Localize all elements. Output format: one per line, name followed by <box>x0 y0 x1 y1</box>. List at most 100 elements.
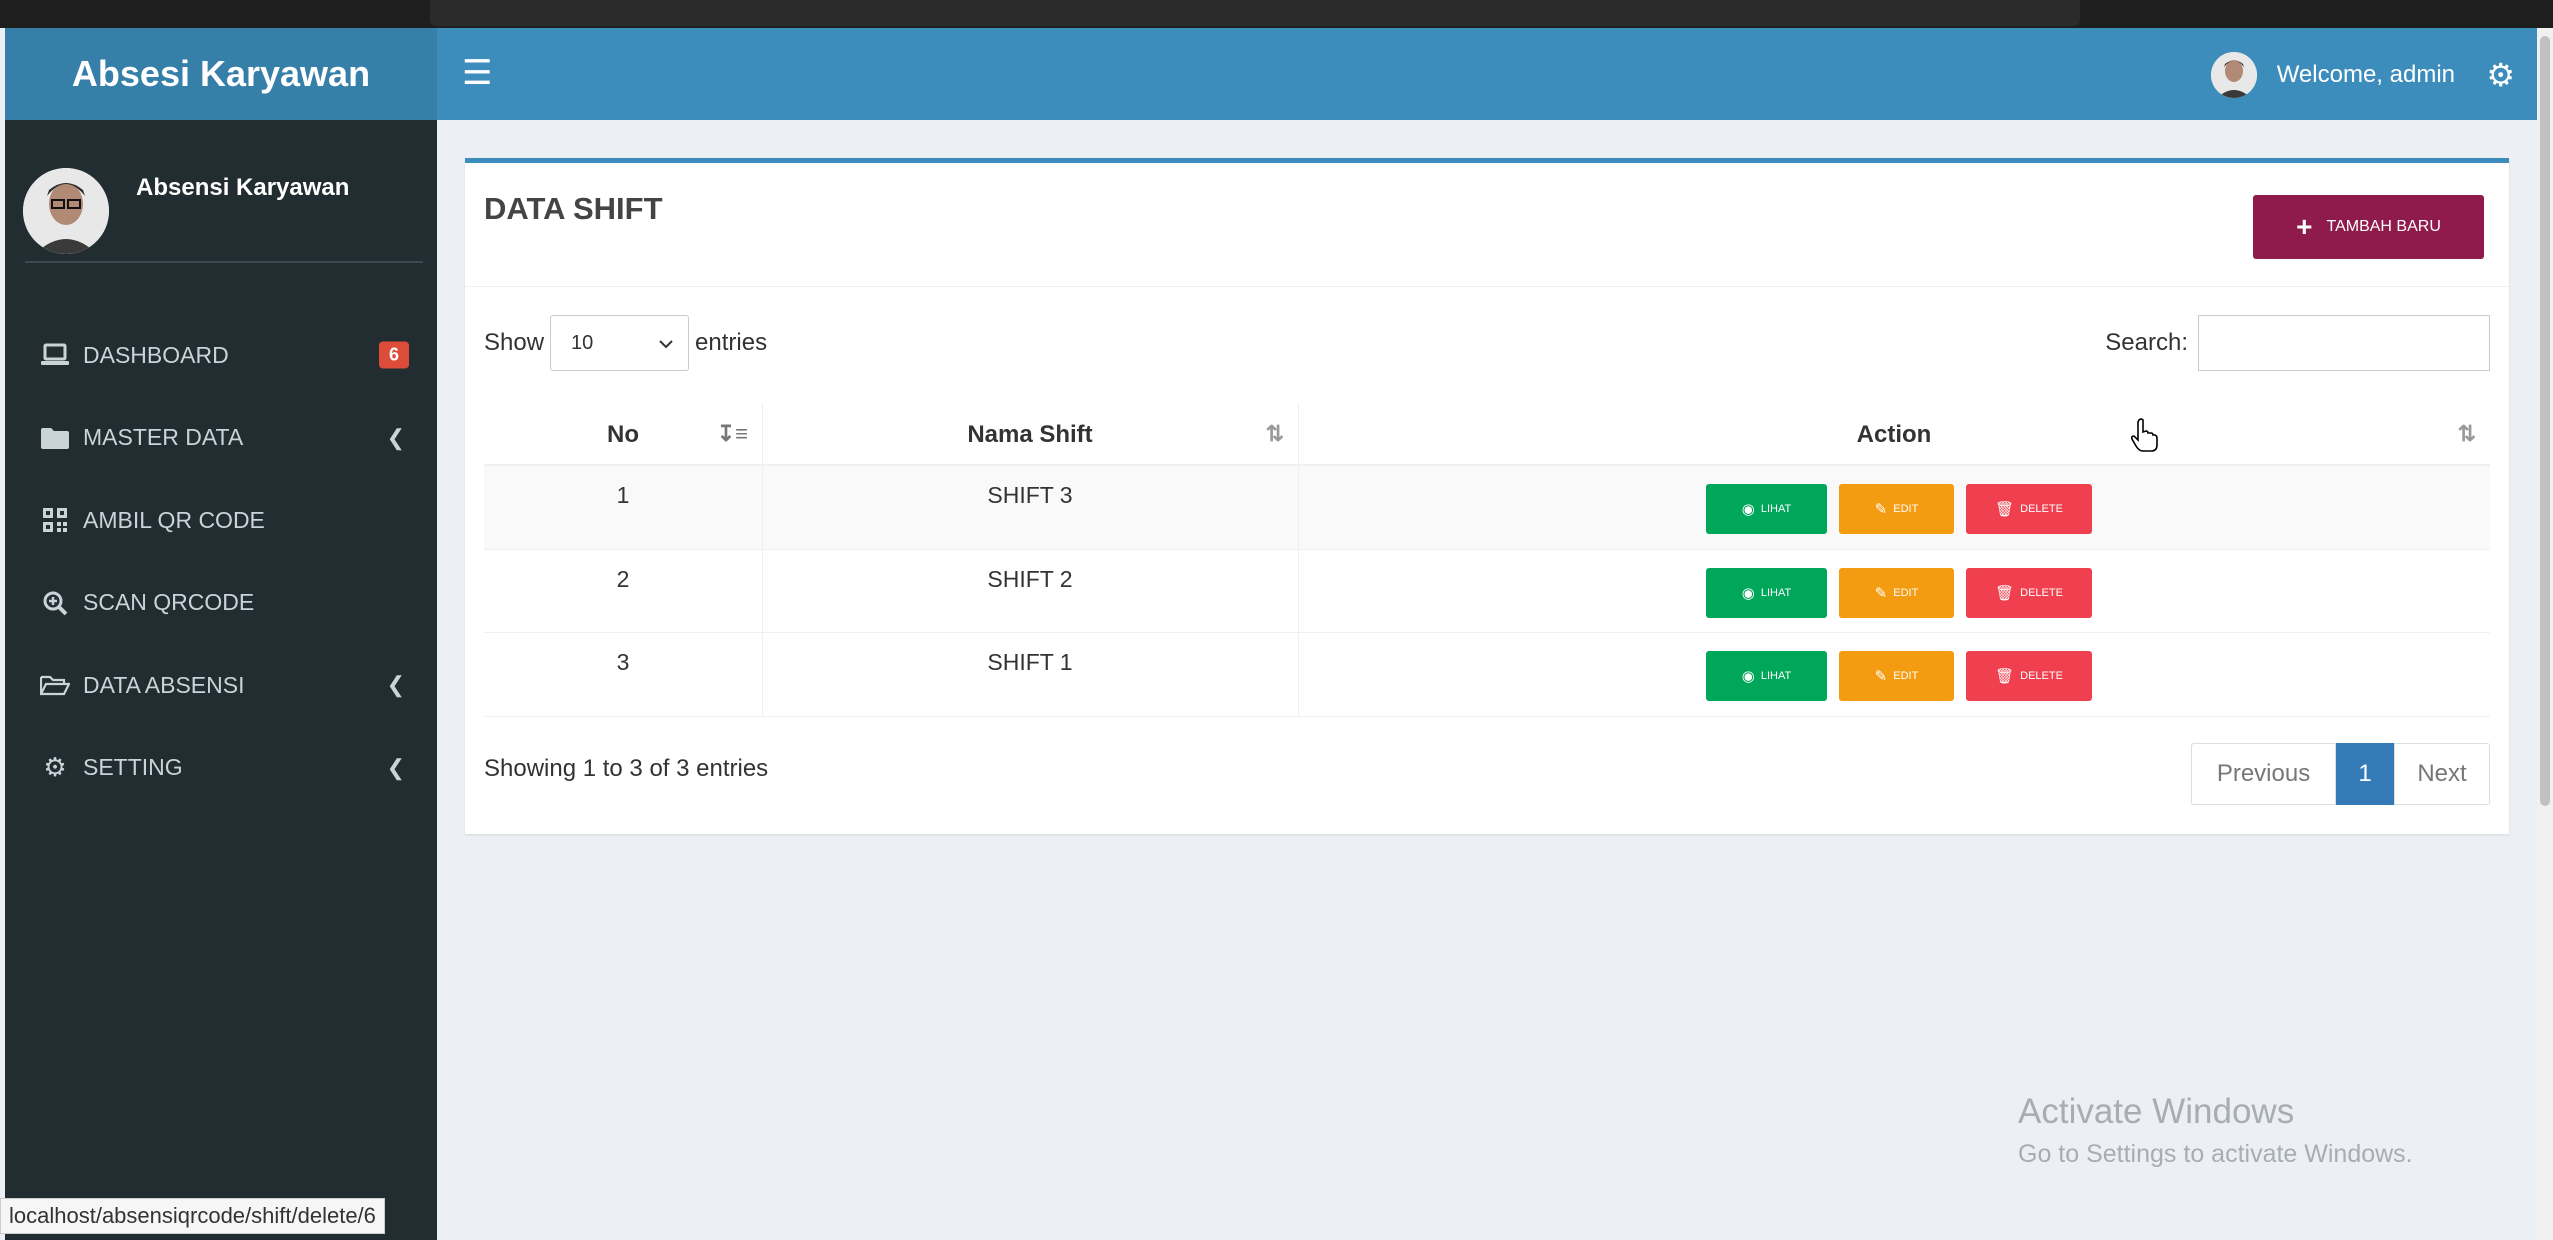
sidebar-item-dashboard[interactable]: DASHBOARD 6 <box>5 314 437 397</box>
sidebar-item-label: SCAN QRCODE <box>83 589 255 616</box>
entries-select[interactable]: 10 <box>550 315 690 371</box>
user-panel: Absensi Karyawan <box>5 120 437 270</box>
edit-button[interactable]: ✎ EDIT <box>1839 484 1954 534</box>
show-label: Show <box>484 329 545 356</box>
eye-icon: ◉ <box>1741 501 1755 518</box>
column-header-nama-shift[interactable]: Nama Shift ⇅ <box>762 403 1298 466</box>
sidebar-item-scan-qrcode[interactable]: SCAN QRCODE <box>5 562 437 645</box>
browser-address-bar[interactable] <box>430 0 2080 26</box>
view-label: LIHAT <box>1760 586 1792 599</box>
previous-page-button[interactable]: Previous <box>2191 743 2336 805</box>
edit-button[interactable]: ✎ EDIT <box>1839 567 1954 618</box>
add-new-label: TAMBAH BARU <box>2326 218 2441 235</box>
cell-nama-shift: SHIFT 3 <box>987 482 1073 508</box>
table-row: 1 SHIFT 3 ◉ LIHAT ✎ EDIT 🗑 DELETE <box>484 466 2490 550</box>
windows-activation-watermark: Activate Windows Go to Settings to activ… <box>2018 1092 2413 1169</box>
delete-button[interactable]: 🗑 DELETE <box>1966 484 2092 534</box>
add-new-button[interactable]: + TAMBAH BARU <box>2253 195 2484 259</box>
chevron-left-icon: ❮ <box>386 754 405 780</box>
browser-toolbar <box>0 0 2553 28</box>
eye-icon: ◉ <box>1741 584 1755 602</box>
avatar <box>2210 52 2257 98</box>
edit-icon: ✎ <box>1874 584 1888 602</box>
chevron-left-icon: ❮ <box>386 672 405 698</box>
cell-no: 2 <box>616 565 630 592</box>
settings-cogs-icon[interactable]: ⚙ <box>2486 56 2515 94</box>
chevron-left-icon: ❮ <box>386 424 405 450</box>
pagination: Previous 1 Next <box>2191 743 2490 805</box>
row-actions: ◉ LIHAT ✎ EDIT 🗑 DELETE <box>1706 651 2092 701</box>
next-page-button[interactable]: Next <box>2394 743 2490 805</box>
user-avatar <box>23 168 109 254</box>
edit-label: EDIT <box>1893 670 1919 682</box>
eye-icon: ◉ <box>1741 668 1755 685</box>
sort-icon: ⇅ <box>2457 421 2476 446</box>
app-logo[interactable]: Absesi Karyawan <box>5 28 437 120</box>
sidebar-menu: DASHBOARD 6 MASTER DATA ❮ AMBIL QR CODE … <box>5 314 437 809</box>
entries-label: entries <box>695 329 768 356</box>
sidebar: Absesi Karyawan Absensi Karyawan DASHBOA… <box>5 28 437 1240</box>
sidebar-item-data-absensi[interactable]: DATA ABSENSI ❮ <box>5 644 437 727</box>
entries-length-control: Show 10 entries <box>484 315 767 371</box>
entries-select-value: 10 <box>571 331 594 354</box>
shift-table: No ↧≡ Nama Shift ⇅ Action ⇅ 1 SHIFT 3 ◉ L… <box>484 403 2490 717</box>
view-button[interactable]: ◉ LIHAT <box>1706 651 1827 701</box>
page-scrollbar[interactable] <box>2537 28 2553 1240</box>
delete-label: DELETE <box>2020 586 2063 599</box>
page-1-button[interactable]: 1 <box>2336 743 2394 805</box>
table-info: Showing 1 to 3 of 3 entries <box>484 755 769 782</box>
sidebar-item-setting[interactable]: ⚙ SETTING ❮ <box>5 727 437 810</box>
column-header-no[interactable]: No ↧≡ <box>484 403 762 466</box>
user-name: Absensi Karyawan <box>136 174 350 201</box>
plus-icon: + <box>2296 211 2313 242</box>
cogs-icon: ⚙ <box>43 752 67 783</box>
cell-nama-shift: SHIFT 1 <box>987 649 1073 675</box>
view-label: LIHAT <box>1760 670 1792 682</box>
trash-icon: 🗑 <box>1995 668 2015 685</box>
scrollbar-thumb[interactable] <box>2540 36 2550 806</box>
sidebar-item-label: MASTER DATA <box>83 424 244 451</box>
page-title: DATA SHIFT <box>484 191 663 226</box>
user-menu[interactable]: Welcome, admin <box>2210 52 2455 98</box>
row-actions: ◉ LIHAT ✎ EDIT 🗑 DELETE <box>1706 567 2092 618</box>
qrcode-icon <box>39 505 71 535</box>
delete-button[interactable]: 🗑 DELETE <box>1966 567 2092 618</box>
delete-button[interactable]: 🗑 DELETE <box>1966 651 2092 701</box>
delete-label: DELETE <box>2020 670 2063 682</box>
sidebar-item-ambil-qr-code[interactable]: AMBIL QR CODE <box>5 479 437 562</box>
edit-icon: ✎ <box>1874 501 1888 518</box>
view-button[interactable]: ◉ LIHAT <box>1706 484 1827 534</box>
edit-label: EDIT <box>1893 586 1919 599</box>
trash-icon: 🗑 <box>1995 584 2015 602</box>
table-row: 3 SHIFT 1 ◉ LIHAT ✎ EDIT 🗑 DELETE <box>484 633 2490 717</box>
column-divider <box>1298 633 1299 716</box>
view-button[interactable]: ◉ LIHAT <box>1706 567 1827 618</box>
sidebar-item-label: SETTING <box>83 754 183 781</box>
hand-pointer-cursor <box>2130 418 2158 457</box>
box-header-divider <box>465 286 2509 287</box>
cell-no: 1 <box>616 482 630 508</box>
row-actions: ◉ LIHAT ✎ EDIT 🗑 DELETE <box>1706 484 2092 534</box>
data-shift-panel: DATA SHIFT + TAMBAH BARU Show 10 entries… <box>465 158 2509 834</box>
sidebar-item-label: DASHBOARD <box>83 341 229 368</box>
column-divider <box>1298 549 1299 632</box>
chevron-down-icon <box>658 332 674 355</box>
column-header-label: No <box>607 420 639 448</box>
sort-asc-icon: ↧≡ <box>716 421 748 446</box>
sidebar-item-label: AMBIL QR CODE <box>83 506 265 533</box>
column-header-label: Action <box>1856 420 1932 448</box>
search-plus-icon <box>39 588 71 618</box>
edit-label: EDIT <box>1893 503 1919 515</box>
delete-label: DELETE <box>2020 503 2063 515</box>
edit-button[interactable]: ✎ EDIT <box>1839 651 1954 701</box>
watermark-line1: Activate Windows <box>2018 1092 2295 1131</box>
search-label: Search: <box>2105 329 2188 356</box>
watermark-line2: Go to Settings to activate Windows. <box>2018 1140 2413 1168</box>
search-input[interactable] <box>2198 315 2490 371</box>
cell-nama-shift: SHIFT 2 <box>987 565 1073 592</box>
column-header-action[interactable]: Action ⇅ <box>1298 403 2490 466</box>
sidebar-item-master-data[interactable]: MASTER DATA ❮ <box>5 397 437 480</box>
sidebar-divider <box>25 261 423 263</box>
menu-toggle-icon[interactable]: ☰ <box>462 56 492 90</box>
column-header-label: Nama Shift <box>967 420 1093 448</box>
